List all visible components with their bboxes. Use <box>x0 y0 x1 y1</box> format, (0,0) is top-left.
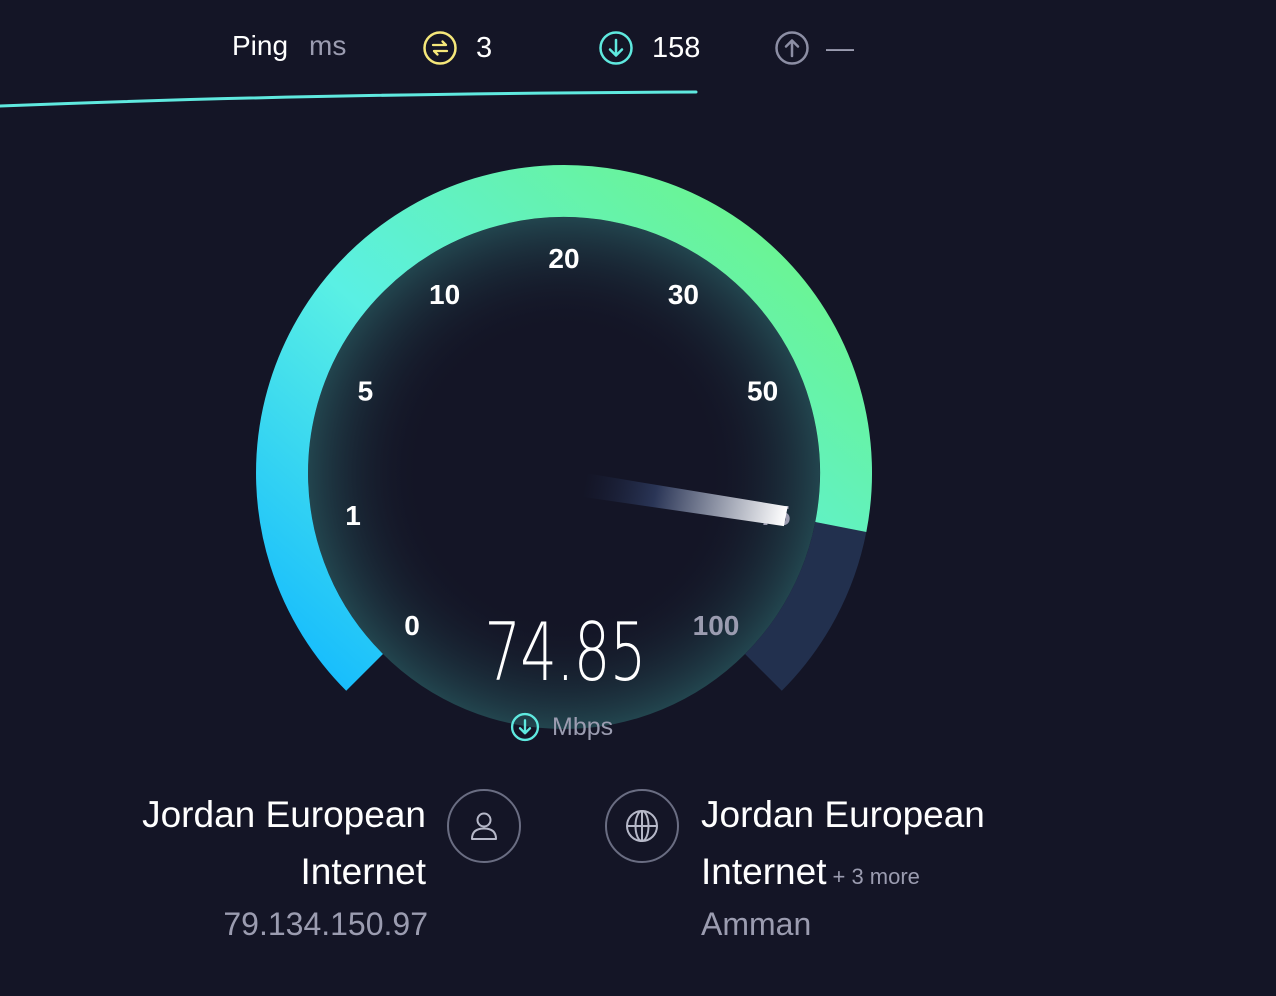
isp-name-line2: Internet <box>300 851 426 892</box>
speed-unit: Mbps <box>552 712 614 741</box>
download-icon <box>510 712 540 742</box>
server-info: Jordan European Internet + 3 more <box>701 786 1121 905</box>
server-city: Amman <box>701 906 812 942</box>
speed-unit-row: Mbps <box>510 712 613 742</box>
user-button[interactable] <box>447 789 521 863</box>
gauge-tick-label: 20 <box>548 243 579 274</box>
gauge-tick-label: 30 <box>668 279 699 310</box>
server-button[interactable] <box>605 789 679 863</box>
gauge-tick-label: 1 <box>345 500 361 531</box>
server-name-line1: Jordan European <box>701 794 985 835</box>
gauge-tick-label: 100 <box>693 610 740 641</box>
gauge-tick-label: 5 <box>358 376 374 407</box>
server-name-line2: Internet <box>701 851 827 892</box>
isp-name-line1: Jordan European <box>142 794 426 835</box>
globe-icon <box>626 810 658 842</box>
more-servers-link[interactable]: + 3 more <box>832 864 919 889</box>
gauge-tick-label: 50 <box>747 376 778 407</box>
user-icon <box>471 812 497 840</box>
client-isp: Jordan European Internet <box>60 786 426 900</box>
gauge-tick-label: 10 <box>429 279 460 310</box>
client-ip: 79.134.150.97 <box>223 906 428 942</box>
speed-value: 74.85 <box>484 606 646 699</box>
gauge-tick-label: 0 <box>404 610 420 641</box>
